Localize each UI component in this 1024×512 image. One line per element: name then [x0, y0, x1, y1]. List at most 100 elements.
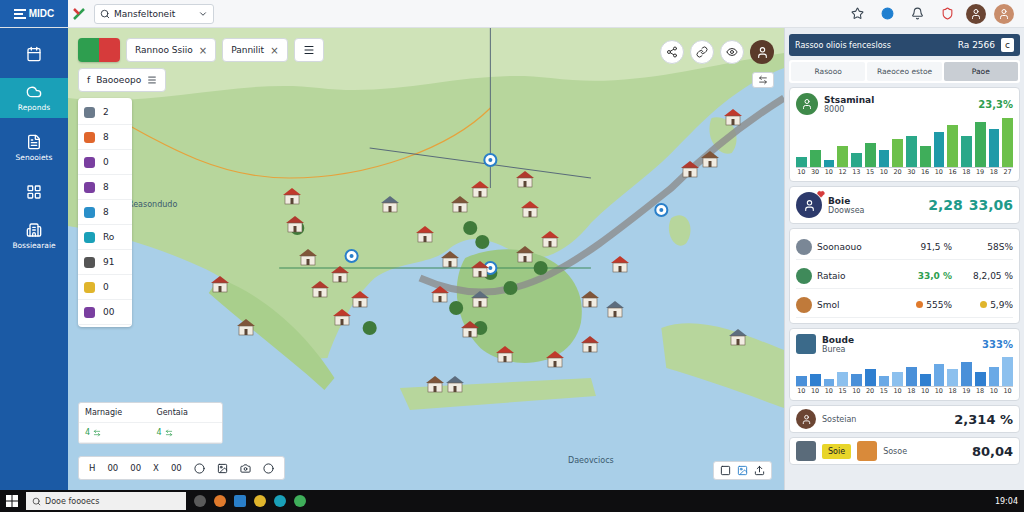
panel-tab[interactable]: Raeoceo estoe — [867, 62, 941, 81]
house-pin[interactable] — [310, 280, 330, 298]
metric-row[interactable]: Smol555%5,9% — [796, 292, 1013, 318]
toolbar-item[interactable]: X — [153, 463, 159, 473]
upload-icon[interactable] — [754, 465, 765, 476]
app-icon[interactable] — [214, 495, 226, 507]
house-pin[interactable] — [445, 375, 465, 393]
user-avatar[interactable] — [994, 4, 1014, 24]
house-pin[interactable] — [545, 350, 565, 368]
house-pin[interactable] — [285, 215, 305, 233]
summary-row[interactable]: SoieSosoe80,04 — [789, 437, 1020, 465]
info-icon[interactable] — [876, 3, 898, 25]
house-pin[interactable] — [460, 320, 480, 338]
panel-tab[interactable]: Rasooo — [791, 62, 865, 81]
sidebar-item[interactable]: Bossiearaie — [0, 216, 68, 256]
map[interactable]: ReasondudoDaeovciocsRannoo Ssiio×Pannili… — [68, 28, 784, 490]
sidebar-item[interactable]: Senooiets — [0, 128, 68, 168]
house-pin[interactable] — [210, 275, 230, 293]
link-icon[interactable] — [690, 40, 714, 64]
layer-row[interactable]: 00 — [78, 300, 132, 325]
windows-icon[interactable] — [6, 495, 18, 507]
square-icon[interactable] — [720, 465, 731, 476]
house-pin[interactable] — [580, 290, 600, 308]
app-icon[interactable] — [254, 495, 266, 507]
close-button[interactable]: × — [199, 45, 207, 56]
house-pin[interactable] — [298, 248, 318, 266]
toolbar-item[interactable]: 00 — [107, 463, 118, 473]
swap-icon[interactable] — [752, 72, 774, 88]
user-avatar[interactable] — [750, 40, 774, 64]
toolbar-item[interactable]: 00 — [171, 463, 182, 473]
share-icon[interactable] — [660, 40, 684, 64]
house-pin[interactable] — [680, 160, 700, 178]
house-pin[interactable] — [450, 195, 470, 213]
house-pin[interactable] — [440, 250, 460, 268]
clock[interactable]: 19:04 — [995, 497, 1018, 506]
house-pin[interactable] — [470, 260, 490, 278]
layer-row[interactable]: 8 — [78, 200, 132, 225]
close-button[interactable]: × — [270, 45, 278, 56]
house-pin[interactable] — [350, 290, 370, 308]
toolbar-item[interactable]: H — [89, 463, 95, 473]
layer-select[interactable]: fBaooeopo — [78, 68, 166, 92]
star-icon[interactable] — [846, 3, 868, 25]
metric-row[interactable]: Rataio33,0 %8,2,05 % — [796, 263, 1013, 289]
user-avatar[interactable] — [966, 4, 986, 24]
house-pin[interactable] — [332, 308, 352, 326]
house-pin[interactable] — [580, 335, 600, 353]
house-pin[interactable] — [470, 180, 490, 198]
logo[interactable]: MIDC — [0, 0, 68, 27]
house-pin[interactable] — [282, 187, 302, 205]
house-pin[interactable] — [495, 345, 515, 363]
bell-icon[interactable] — [906, 3, 928, 25]
house-pin[interactable] — [723, 108, 743, 126]
house-pin[interactable] — [330, 265, 350, 283]
house-pin[interactable] — [540, 230, 560, 248]
house-pin[interactable] — [236, 318, 256, 336]
eye-icon[interactable] — [720, 40, 744, 64]
app-icon[interactable] — [274, 495, 286, 507]
app-icon[interactable] — [294, 495, 306, 507]
toolbar-item[interactable]: 00 — [130, 463, 141, 473]
summary-row[interactable]: Sosteian2,314 % — [789, 405, 1020, 433]
layer-row[interactable]: 91 — [78, 250, 132, 275]
tools-icon[interactable] — [68, 3, 90, 25]
house-pin[interactable] — [728, 328, 748, 346]
house-pin[interactable] — [515, 170, 535, 188]
house-pin[interactable] — [430, 285, 450, 303]
layer-row[interactable]: 0 — [78, 150, 132, 175]
app-icon[interactable] — [194, 495, 206, 507]
panel-tab[interactable]: Paoe — [944, 62, 1018, 81]
house-pin[interactable] — [520, 200, 540, 218]
search-field[interactable]: Mansfeltoneit — [94, 4, 214, 24]
sidebar-item[interactable] — [0, 178, 68, 206]
image-icon[interactable] — [217, 463, 228, 474]
layer-row[interactable]: 8 — [78, 175, 132, 200]
camera-icon[interactable] — [240, 463, 251, 474]
sidebar-item[interactable]: Reponds — [0, 78, 68, 118]
house-pin[interactable] — [605, 300, 625, 318]
house-pin[interactable] — [470, 290, 490, 308]
house-pin[interactable] — [700, 150, 720, 168]
shield-icon[interactable] — [936, 3, 958, 25]
layer-row[interactable]: 2 — [78, 100, 132, 125]
house-pin[interactable] — [515, 245, 535, 263]
house-pin[interactable] — [425, 375, 445, 393]
house-pin[interactable] — [380, 195, 400, 213]
layer-row[interactable]: 0 — [78, 275, 132, 300]
map-tab[interactable]: Pannilit× — [222, 38, 287, 62]
metric-row[interactable]: Soonaouo91,5 %58S% — [796, 234, 1013, 260]
map-tab[interactable]: Rannoo Ssiio× — [126, 38, 216, 62]
circle-icon[interactable] — [194, 463, 205, 474]
menu-button[interactable] — [294, 38, 324, 62]
layer-row[interactable]: 8 — [78, 125, 132, 150]
header-button[interactable]: c — [1001, 38, 1014, 52]
layer-toggle[interactable] — [78, 38, 120, 62]
taskbar-search[interactable]: Dooe foooecs — [26, 492, 186, 510]
house-pin[interactable] — [415, 225, 435, 243]
image-icon[interactable] — [737, 465, 748, 476]
sidebar-item[interactable] — [0, 40, 68, 68]
house-pin[interactable] — [610, 255, 630, 273]
app-icon[interactable] — [234, 495, 246, 507]
circle-icon[interactable] — [263, 463, 274, 474]
layer-row[interactable]: Ro — [78, 225, 132, 250]
